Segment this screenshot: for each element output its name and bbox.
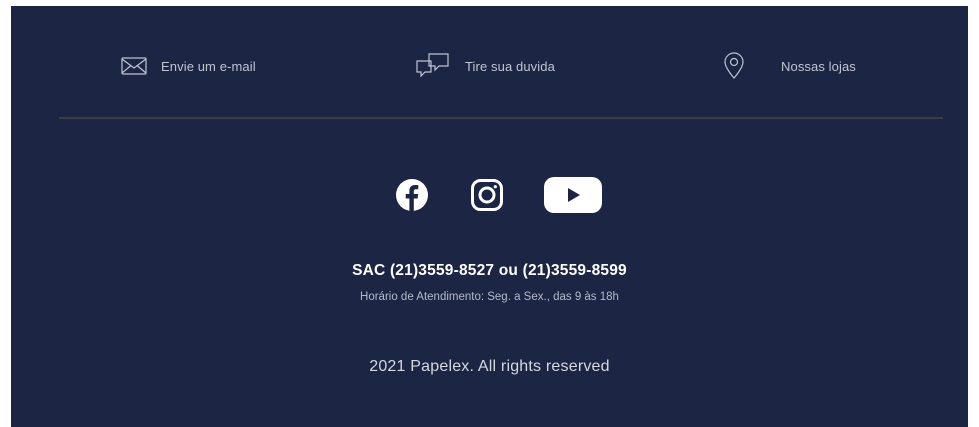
question-link[interactable]: Tire sua duvida [415, 51, 555, 81]
instagram-icon [471, 179, 503, 211]
question-link-label: Tire sua duvida [465, 58, 555, 74]
youtube-icon [544, 177, 602, 213]
email-link[interactable]: Envie um e-mail [121, 51, 256, 81]
instagram-link[interactable] [468, 176, 506, 214]
stores-link-label: Nossas lojas [781, 58, 856, 74]
facebook-icon [396, 179, 428, 211]
facebook-link[interactable] [393, 176, 431, 214]
stores-link[interactable]: Nossas lojas [723, 51, 856, 81]
footer-divider [59, 117, 943, 119]
youtube-link[interactable] [543, 176, 603, 214]
envelope-icon [121, 56, 147, 76]
copyright-notice: 2021 Papelex. All rights reserved [369, 358, 610, 375]
sac-phone-numbers: SAC (21)3559-8527 ou (21)3559-8599 [352, 262, 627, 279]
chat-bubbles-icon [415, 52, 451, 80]
email-link-label: Envie um e-mail [161, 58, 256, 74]
map-pin-icon [723, 52, 745, 80]
sac-service-hours: Horário de Atendimento: Seg. a Sex., das… [360, 291, 619, 303]
site-footer: Envie um e-mail Tire sua duvida Nossas l… [11, 6, 968, 427]
